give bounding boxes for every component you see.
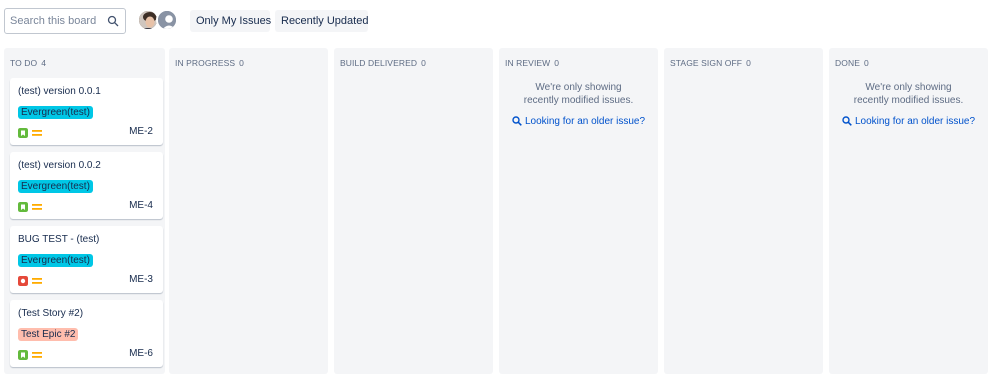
column-in-review: IN REVIEW 0 We're only showing recently m… [499, 48, 658, 374]
epic-label: Evergreen(test) [18, 254, 93, 267]
column-title: BUILD DELIVERED [340, 58, 418, 68]
older-issue-link-label: Looking for an older issue? [854, 116, 976, 127]
priority-medium-icon [32, 204, 42, 210]
column-count: 0 [554, 58, 560, 68]
column-title: IN PROGRESS [175, 58, 236, 68]
only-my-issues-filter[interactable]: Only My Issues [190, 10, 271, 32]
column-title: TO DO [10, 58, 38, 68]
column-header: IN REVIEW 0 [505, 58, 559, 68]
priority-medium-icon [32, 130, 42, 136]
unassigned-avatar[interactable] [156, 9, 178, 31]
epic-label: Evergreen(test) [18, 180, 93, 193]
story-icon [18, 128, 28, 138]
issue-key[interactable]: ME-6 [129, 348, 153, 359]
column-header: STAGE SIGN OFF 0 [670, 58, 751, 68]
story-icon [18, 350, 28, 360]
issue-card[interactable]: (test) version 0.0.1 Evergreen(test) ME-… [10, 78, 163, 145]
bug-icon [18, 276, 28, 286]
issue-title: BUG TEST - (test) [18, 234, 100, 245]
search-input[interactable] [5, 9, 105, 33]
search-icon [512, 116, 522, 126]
search-icon[interactable] [107, 15, 119, 27]
older-issue-link-label: Looking for an older issue? [524, 116, 646, 127]
issue-title: (test) version 0.0.1 [18, 86, 101, 97]
column-to-do: TO DO 4 (test) version 0.0.1 Evergreen(te… [4, 48, 165, 374]
column-count: 0 [421, 58, 426, 68]
search-icon [842, 116, 852, 126]
column-title: DONE [835, 58, 860, 68]
recently-updated-filter[interactable]: Recently Updated [275, 10, 368, 32]
column-count: 4 [41, 58, 47, 68]
issue-card[interactable]: (test) version 0.0.2 Evergreen(test) ME-… [10, 152, 163, 219]
board-toolbar: Only My Issues Recently Updated [0, 0, 999, 44]
empty-column-message: We're only showing recently modified iss… [523, 82, 634, 106]
column-count: 0 [746, 58, 751, 68]
issue-card[interactable]: BUG TEST - (test) Evergreen(test) ME-3 [10, 226, 163, 293]
column-title: IN REVIEW [505, 58, 551, 68]
issue-title: (Test Story #2) [18, 308, 84, 319]
column-count: 0 [239, 58, 244, 68]
older-issue-link[interactable]: Looking for an older issue? [499, 116, 658, 127]
epic-label: Test Epic #2 [18, 328, 79, 341]
column-in-progress: IN PROGRESS 0 [169, 48, 328, 374]
column-done: DONE 0 We're only showing recently modifi… [829, 48, 988, 374]
older-issue-link[interactable]: Looking for an older issue? [829, 116, 988, 127]
column-header: DONE 0 [835, 58, 869, 68]
column-title: STAGE SIGN OFF [670, 58, 743, 68]
issue-key[interactable]: ME-3 [129, 274, 153, 285]
column-header: IN PROGRESS 0 [175, 58, 244, 68]
column-header: BUILD DELIVERED 0 [340, 58, 426, 68]
column-count: 0 [863, 58, 869, 68]
priority-medium-icon [32, 352, 42, 358]
issue-key[interactable]: ME-4 [129, 200, 153, 211]
column-header: TO DO 4 [10, 58, 46, 68]
story-icon [18, 202, 28, 212]
empty-column-message: We're only showing recently modified iss… [853, 82, 964, 106]
search-box[interactable] [4, 8, 126, 34]
issue-key[interactable]: ME-2 [129, 126, 153, 137]
priority-medium-icon [32, 278, 42, 284]
epic-label: Evergreen(test) [18, 106, 93, 119]
column-stage-sign-off: STAGE SIGN OFF 0 [664, 48, 823, 374]
column-build-delivered: BUILD DELIVERED 0 [334, 48, 493, 374]
issue-title: (test) version 0.0.2 [18, 160, 101, 171]
issue-card[interactable]: (Test Story #2) Test Epic #2 ME-6 [10, 300, 163, 367]
